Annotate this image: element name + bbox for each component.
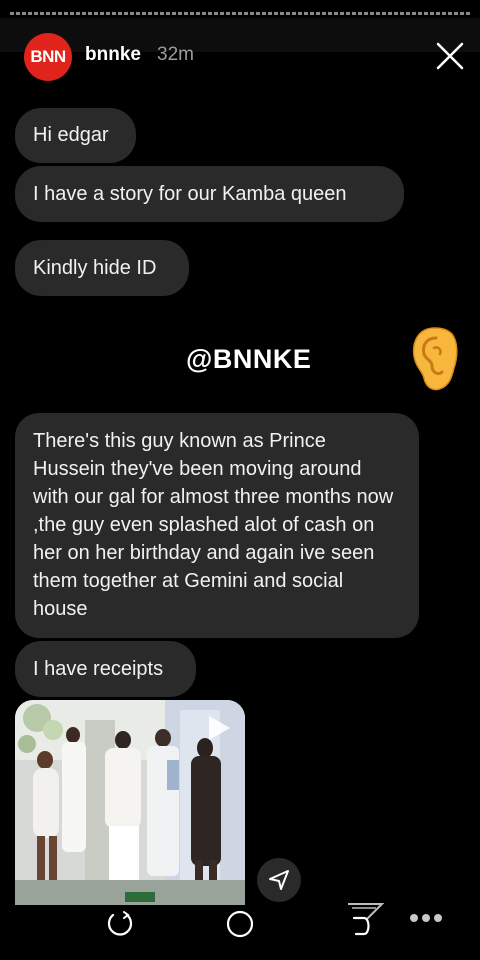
more-icon[interactable] xyxy=(408,908,444,928)
message-bubble: I have a story for our Kamba queen xyxy=(15,166,404,222)
back-icon[interactable] xyxy=(344,900,386,940)
ear-icon xyxy=(412,327,458,391)
story-progress-bar xyxy=(10,12,470,15)
username[interactable]: bnnke xyxy=(85,44,141,66)
home-icon[interactable] xyxy=(225,909,255,939)
send-icon xyxy=(269,870,289,890)
message-bubble: There's this guy known as Prince Hussein… xyxy=(15,413,419,638)
avatar[interactable]: BNN xyxy=(24,33,72,81)
watermark: @BNNKE xyxy=(186,344,312,374)
close-icon[interactable] xyxy=(434,40,466,72)
message-bubble: Hi edgar xyxy=(15,108,136,163)
time-ago: 32m xyxy=(157,44,194,65)
recents-icon[interactable] xyxy=(105,909,135,939)
play-icon[interactable] xyxy=(203,713,233,743)
message-bubble: I have receipts xyxy=(15,641,196,697)
send-button[interactable] xyxy=(257,858,301,902)
message-bubble: Kindly hide ID xyxy=(15,240,189,296)
header-band xyxy=(0,18,480,52)
